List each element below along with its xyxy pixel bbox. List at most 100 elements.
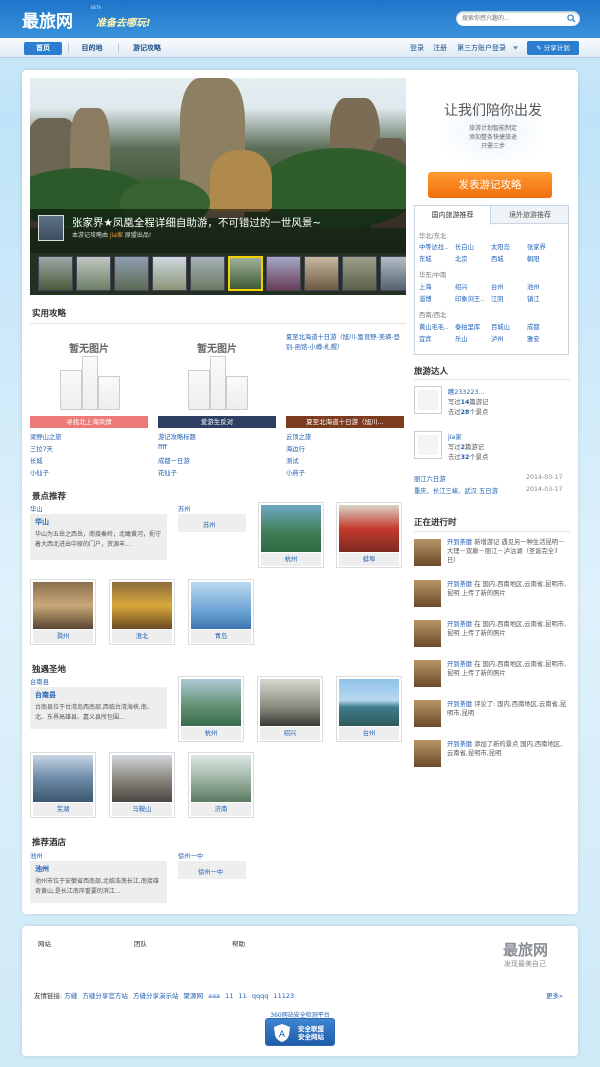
photo-card[interactable]: 杭州 (178, 676, 244, 742)
city-link[interactable]: 张家界 (527, 242, 546, 251)
photo-caption[interactable]: 滁州 (33, 630, 93, 643)
live-avatar[interactable] (414, 700, 441, 727)
guide-link[interactable]: 花仙子 (158, 468, 177, 477)
security-badge[interactable]: A 安全联盟 安全网站 (265, 1018, 335, 1046)
photo-caption[interactable]: 马鞍山 (112, 803, 172, 816)
photo-card[interactable]: 淮北 (109, 579, 175, 645)
live-avatar[interactable] (414, 660, 441, 687)
city-link[interactable]: 绍兴 (455, 282, 468, 291)
friend-link[interactable]: 11 (238, 992, 246, 1000)
photo-card[interactable]: 济南 (188, 752, 254, 818)
guide-band[interactable]: 爱游生反对 (158, 416, 276, 428)
hero-thumbnail[interactable] (190, 256, 225, 291)
live-user-link[interactable]: 开到荼靡 (447, 539, 472, 546)
footer-site-link[interactable]: 网站 (38, 938, 51, 948)
live-avatar[interactable] (414, 620, 441, 647)
photo-caption[interactable]: 济南 (191, 803, 251, 816)
guide-band[interactable]: 寻找北上海风情 (30, 416, 148, 428)
photo-card[interactable]: 芜湖 (30, 752, 96, 818)
friend-link[interactable]: 方缝分享演示站 (133, 992, 179, 1000)
city-link[interactable]: 泰拍里库 (455, 322, 480, 331)
hero-thumbnail[interactable] (304, 256, 339, 291)
photo-caption[interactable]: 蚌埠 (339, 553, 399, 566)
city-link[interactable]: 池州 (527, 282, 540, 291)
region-link[interactable]: 苏州 (178, 504, 191, 513)
region-link[interactable]: 徐州一中 (178, 851, 203, 860)
hero-thumbnail[interactable] (114, 256, 149, 291)
friend-link[interactable]: aaa (208, 992, 220, 1000)
city-link[interactable]: 北京 (455, 254, 468, 263)
photo-card[interactable]: 杭州 (258, 502, 324, 568)
guide-link[interactable]: 三拉7天 (30, 444, 53, 453)
nav-destinations[interactable]: 目的地 (74, 42, 110, 55)
hero-title[interactable]: 张家界★凤凰全程详细自助游，不可错过的一世风景~ (72, 215, 321, 230)
photo-caption[interactable]: 杭州 (261, 553, 321, 566)
nav-home[interactable]: 首页 (24, 42, 62, 55)
region-card-label[interactable]: 苏州 (203, 520, 216, 529)
hero-thumbnail[interactable] (38, 256, 73, 291)
tab-overseas[interactable]: 境外旅游推荐 (492, 206, 568, 224)
photo-card[interactable]: 滁州 (30, 579, 96, 645)
live-user-link[interactable]: 开到荼靡 (447, 621, 472, 628)
city-link[interactable]: 成都 (527, 322, 540, 331)
hero-thumbnail[interactable] (266, 256, 301, 291)
photo-caption[interactable]: 台州 (339, 727, 399, 740)
friend-link[interactable]: qqqq (252, 992, 269, 1000)
guide-link[interactable]: 长城 (30, 456, 43, 465)
guide-link[interactable]: 海边行 (286, 444, 305, 453)
footer-help-link[interactable]: 帮助 (232, 938, 245, 948)
region-link[interactable]: 池州 (30, 851, 43, 860)
city-link[interactable]: 印象浏王.. (455, 294, 484, 303)
talent-avatar[interactable] (414, 386, 442, 414)
tab-domestic[interactable]: 国内旅游推荐 (415, 206, 491, 225)
guide-band[interactable]: 夏至北海道十日游（旭川... (286, 416, 404, 428)
region-link[interactable]: 台南县 (30, 677, 49, 686)
login-link[interactable]: 登录 (410, 42, 424, 55)
city-link[interactable]: 百城山 (491, 322, 510, 331)
city-link[interactable]: 长白山 (455, 242, 474, 251)
photo-card[interactable]: 蚌埠 (336, 502, 402, 568)
photo-caption[interactable]: 青岛 (191, 630, 251, 643)
city-link[interactable]: 江阴 (491, 294, 504, 303)
city-link[interactable]: 泸州 (491, 334, 504, 343)
no-image-placeholder[interactable]: 暂无图片 (30, 332, 148, 418)
city-link[interactable]: 西城 (491, 254, 504, 263)
city-link[interactable]: 镇江 (527, 294, 540, 303)
live-avatar[interactable] (414, 580, 441, 607)
city-link[interactable]: 宜宾 (419, 334, 432, 343)
photo-caption[interactable]: 绍兴 (260, 727, 320, 740)
photo-card[interactable]: 青岛 (188, 579, 254, 645)
city-link[interactable]: 淄博 (419, 294, 432, 303)
city-link[interactable]: 黄山毛毛.. (419, 322, 448, 331)
region-link[interactable]: 华山 (30, 504, 43, 513)
photo-card[interactable]: 绍兴 (257, 676, 323, 742)
city-link[interactable]: 东城 (419, 254, 432, 263)
hero-thumbnail[interactable] (76, 256, 111, 291)
nav-travel-guides[interactable]: 游记攻略 (124, 42, 170, 55)
friend-link[interactable]: 11 (225, 992, 233, 1000)
search-box[interactable] (456, 11, 580, 26)
live-user-link[interactable]: 开到荼靡 (447, 701, 472, 708)
search-icon[interactable] (567, 14, 576, 23)
recent-trip-link[interactable]: 丽江六日游 (414, 474, 445, 483)
author-avatar[interactable] (38, 215, 64, 241)
feature-title[interactable]: 华山 (35, 517, 49, 527)
footer-team-link[interactable]: 团队 (134, 938, 147, 948)
friend-link[interactable]: 11123 (273, 992, 294, 1000)
hero-thumbnail[interactable] (380, 256, 406, 291)
friend-link[interactable]: 方缝 (64, 992, 77, 1000)
photo-caption[interactable]: 淮北 (112, 630, 172, 643)
city-link[interactable]: 太阳岛 (491, 242, 510, 251)
guide-link[interactable]: ffff (158, 444, 167, 451)
talent-name[interactable]: 瞧233223... (448, 387, 484, 396)
guide-link[interactable]: 小仙子 (30, 468, 49, 477)
hero-thumbnail-selected[interactable] (228, 256, 263, 291)
city-link[interactable]: 上海 (419, 282, 432, 291)
city-link[interactable]: 台州 (491, 282, 504, 291)
live-user-link[interactable]: 开到荼靡 (447, 661, 472, 668)
live-avatar[interactable] (414, 539, 441, 566)
photo-card[interactable]: 台州 (336, 676, 402, 742)
photo-caption[interactable]: 杭州 (181, 727, 241, 740)
recent-trip-link[interactable]: 重庆、长江三峡、武汉 五日游 (414, 486, 498, 495)
friend-link[interactable]: 方缝分享官方站 (82, 992, 128, 1000)
